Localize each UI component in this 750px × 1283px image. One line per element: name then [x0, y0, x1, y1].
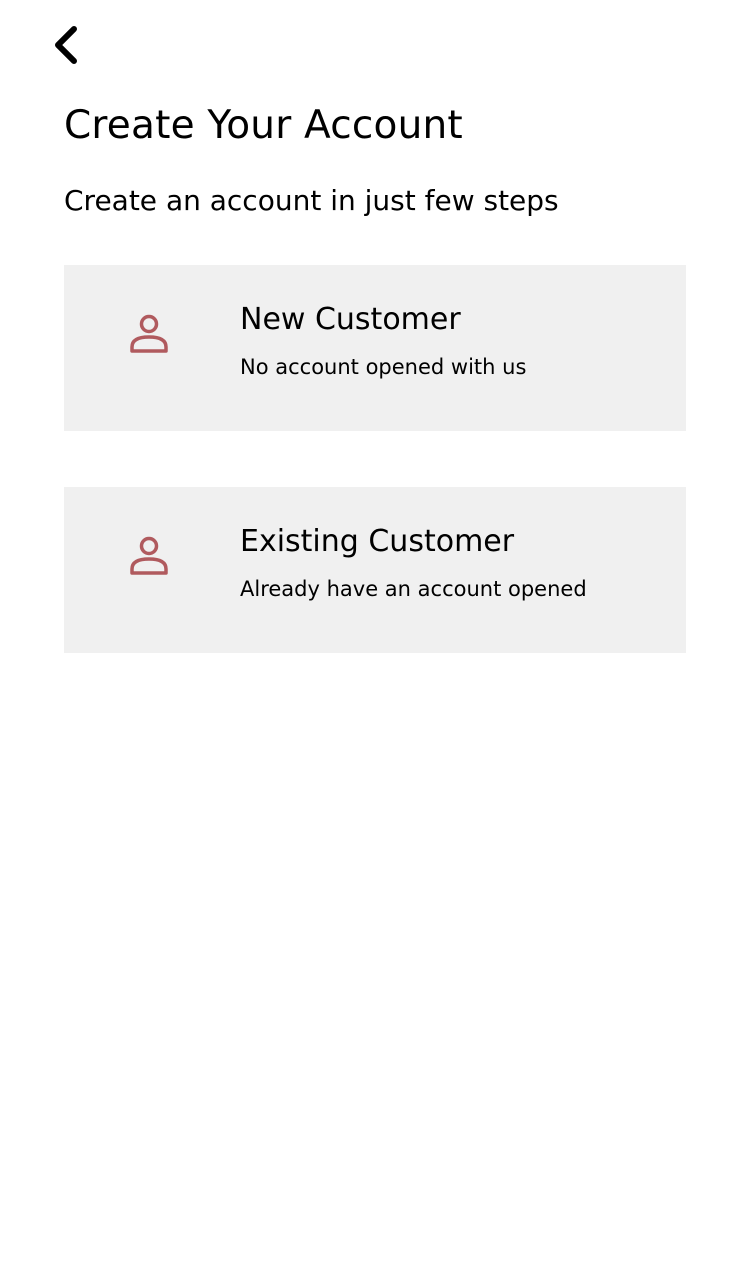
option-title: Existing Customer	[240, 524, 515, 559]
create-account-screen: Create Your Account Create an account in…	[0, 0, 750, 1283]
page-title: Create Your Account	[64, 103, 463, 148]
option-description: No account opened with us	[240, 355, 527, 379]
option-title: New Customer	[240, 302, 461, 337]
option-description: Already have an account opened	[240, 577, 587, 601]
existing-customer-option[interactable]: Existing Customer Already have an accoun…	[64, 487, 686, 653]
user-icon	[128, 313, 170, 355]
back-button[interactable]	[40, 20, 90, 70]
page-subtitle: Create an account in just few steps	[64, 184, 559, 217]
new-customer-option[interactable]: New Customer No account opened with us	[64, 265, 686, 431]
user-icon	[128, 535, 170, 577]
chevron-left-icon	[55, 26, 77, 64]
